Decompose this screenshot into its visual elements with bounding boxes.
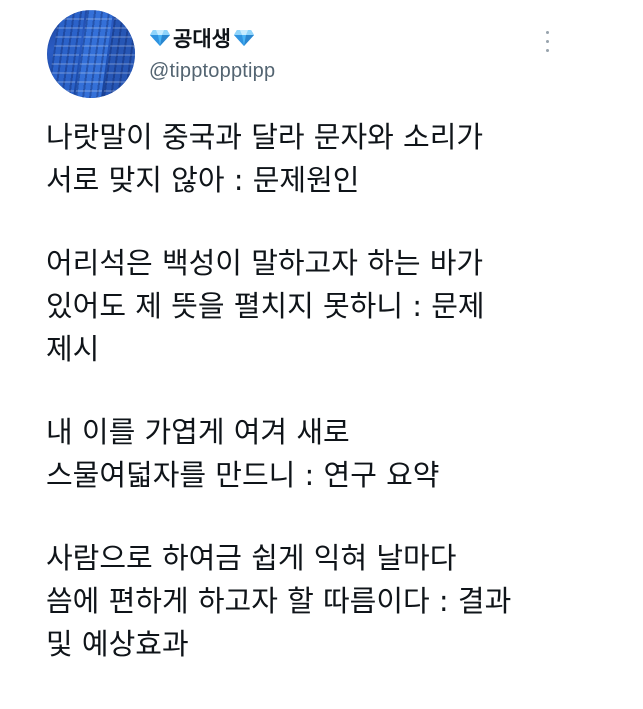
- tweet-line: 사람으로 하여금 쉽게 익혀 날마다: [46, 541, 457, 575]
- avatar[interactable]: [47, 10, 135, 98]
- tweet-header: 공대생 @tipptopptipp: [149, 24, 275, 83]
- dot: [545, 49, 549, 52]
- tweet-card: 공대생 @tipptopptipp 나랏말이 중국과 달라 문자와 소리가 서로…: [0, 0, 643, 709]
- blue-diamond-icon: [150, 30, 170, 46]
- author-display-name: 공대생: [173, 27, 231, 51]
- tweet-paragraph: 나랏말이 중국과 달라 문자와 소리가 서로 맞지 않아 : 문제원인: [46, 116, 626, 202]
- dot: [545, 31, 549, 34]
- tweet-paragraph: 내 이를 가엽게 여겨 새로 스물여덟자를 만드니 : 연구 요약: [46, 411, 626, 497]
- tweet-line: 씀에 편하게 하고자 할 따름이다 : 결과: [46, 584, 512, 618]
- tweet-line: 나랏말이 중국과 달라 문자와 소리가: [46, 120, 484, 154]
- tweet-line: 및 예상효과: [46, 627, 189, 661]
- tweet-text: 나랏말이 중국과 달라 문자와 소리가 서로 맞지 않아 : 문제원인 어리석은…: [46, 116, 626, 706]
- tweet-paragraph: 사람으로 하여금 쉽게 익혀 날마다 씀에 편하게 하고자 할 따름이다 : 결…: [46, 537, 626, 666]
- tweet-line: 있어도 제 뜻을 펼치지 못하니 : 문제: [46, 289, 485, 323]
- dot: [545, 40, 549, 43]
- author-handle[interactable]: @tipptopptipp: [149, 60, 275, 83]
- tweet-line: 내 이를 가엽게 여겨 새로: [46, 415, 350, 449]
- tweet-line: 제시: [46, 332, 100, 366]
- blue-diamond-icon: [233, 30, 254, 46]
- tweet-line: 어리석은 백성이 말하고자 하는 바가: [46, 246, 484, 280]
- tweet-line: 스물여덟자를 만드니 : 연구 요약: [46, 458, 440, 492]
- tweet-paragraph: 어리석은 백성이 말하고자 하는 바가 있어도 제 뜻을 펼치지 못하니 : 문…: [46, 242, 626, 371]
- tweet-line: 서로 맞지 않아 : 문제원인: [46, 163, 360, 197]
- vertical-ellipsis-icon[interactable]: [541, 31, 553, 57]
- name-row[interactable]: 공대생: [149, 24, 275, 52]
